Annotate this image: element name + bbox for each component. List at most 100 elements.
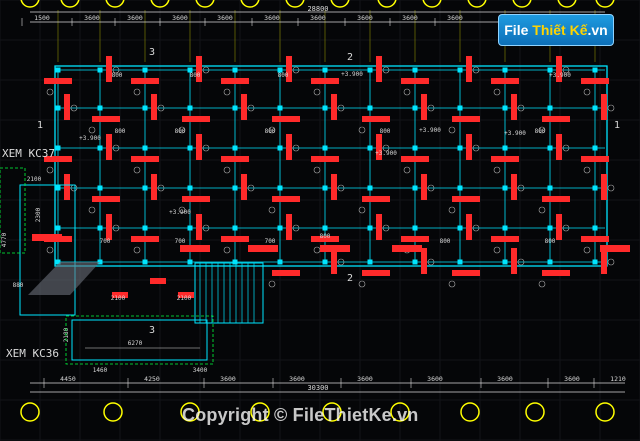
grid-node: [457, 225, 463, 231]
column-footing-bold: [600, 245, 630, 252]
column-footing-bold: [320, 245, 350, 252]
column-footing: [466, 214, 472, 240]
axis-bubble: [103, 402, 123, 422]
grid-node: [547, 259, 553, 265]
dim-text-bottom: 3600: [220, 375, 236, 383]
footing-mark: [268, 280, 276, 288]
section-label: 3: [149, 47, 155, 58]
column-footing: [196, 134, 202, 160]
grid-node: [502, 225, 508, 231]
dim-text-top: 3600: [127, 14, 143, 22]
column-footing: [196, 214, 202, 240]
dim-text-top: 3600: [447, 14, 463, 22]
column-footing: [311, 78, 339, 84]
dim-text-bottom: 4450: [60, 375, 76, 383]
grid-node: [457, 67, 463, 73]
dim-text-bottom: 4250: [144, 375, 160, 383]
grid-node: [412, 145, 418, 151]
grid-node: [97, 225, 103, 231]
dim-text-bottom: 3600: [497, 375, 513, 383]
dim-text-bottom: 3600: [564, 375, 580, 383]
axis-bubble: [595, 0, 615, 8]
axis-bubble: [525, 402, 545, 422]
grid-node: [232, 259, 238, 265]
grid-node: [322, 105, 328, 111]
column-footing: [272, 196, 300, 202]
ref-label-kc36: XEM KC36: [6, 347, 59, 360]
footing-mark: [403, 166, 411, 174]
ramp-hatch: [28, 262, 100, 295]
column-footing: [601, 94, 607, 120]
grid-node: [457, 185, 463, 191]
column-footing: [421, 174, 427, 200]
grid-node: [277, 145, 283, 151]
footing-mark: [88, 206, 96, 214]
grid-node: [187, 105, 193, 111]
beam-tag: 800: [440, 238, 451, 245]
dim-text-bottom: 3600: [427, 375, 443, 383]
footing-mark: [493, 88, 501, 96]
footing-mark: [448, 126, 456, 134]
column-footing: [286, 134, 292, 160]
side-dim: 2100: [27, 176, 42, 183]
side-dim: 880: [13, 282, 24, 289]
beam-tag: 800: [175, 128, 186, 135]
dim-text-bottom: 1210: [610, 375, 626, 383]
grid-node: [277, 185, 283, 191]
grid-node: [232, 225, 238, 231]
dim-text-top: 3600: [217, 14, 233, 22]
footing-mark: [583, 246, 591, 254]
column-footing: [401, 78, 429, 84]
column-footing: [131, 78, 159, 84]
column-footing: [241, 174, 247, 200]
column-footing: [362, 196, 390, 202]
footing-mark: [583, 88, 591, 96]
grid-node: [142, 105, 148, 111]
grid-node: [277, 259, 283, 265]
grid-node: [97, 67, 103, 73]
beam-tag: 700: [175, 238, 186, 245]
level-mark: +3.900: [79, 135, 101, 142]
sub-dim: 3400: [193, 367, 208, 374]
column-footing: [376, 56, 382, 82]
level-mark: +3.900: [169, 209, 191, 216]
beam-tag: 800: [190, 72, 201, 79]
axis-bubble: [595, 402, 615, 422]
dim-text-bottom: 3600: [289, 375, 305, 383]
grid-node: [367, 259, 373, 265]
copyright-watermark: Copyright © FileThietKe.vn: [182, 405, 419, 425]
grid-node: [502, 259, 508, 265]
axis-bubble: [105, 0, 125, 8]
column-footing: [362, 116, 390, 122]
column-footing: [362, 270, 390, 276]
axis-bubble: [60, 0, 80, 8]
footing-mark: [46, 88, 54, 96]
section-label: 2: [347, 52, 353, 63]
axis-bubble: [467, 0, 487, 8]
column-footing: [272, 270, 300, 276]
footing-mark: [313, 88, 321, 96]
beam-tag: 800: [380, 128, 391, 135]
column-footing: [131, 156, 159, 162]
column-footing: [491, 156, 519, 162]
column-footing: [272, 116, 300, 122]
grid-node: [592, 259, 598, 265]
footing-mark: [88, 126, 96, 134]
column-footing-bold: [180, 245, 210, 252]
site-logo: File Thiết Kế.vn: [498, 14, 614, 46]
column-footing: [452, 196, 480, 202]
grid-node: [412, 185, 418, 191]
grid-node: [232, 105, 238, 111]
grid-node: [55, 67, 61, 73]
dim-text-top: 3600: [172, 14, 188, 22]
grid-node: [547, 185, 553, 191]
grid-node: [142, 185, 148, 191]
column-footing: [44, 78, 72, 84]
footing-mark: [133, 166, 141, 174]
axis-bubble: [557, 0, 577, 8]
dim-text-top: 3600: [264, 14, 280, 22]
column-footing: [556, 134, 562, 160]
column-footing: [542, 270, 570, 276]
grid-node: [547, 225, 553, 231]
column-footing: [221, 156, 249, 162]
